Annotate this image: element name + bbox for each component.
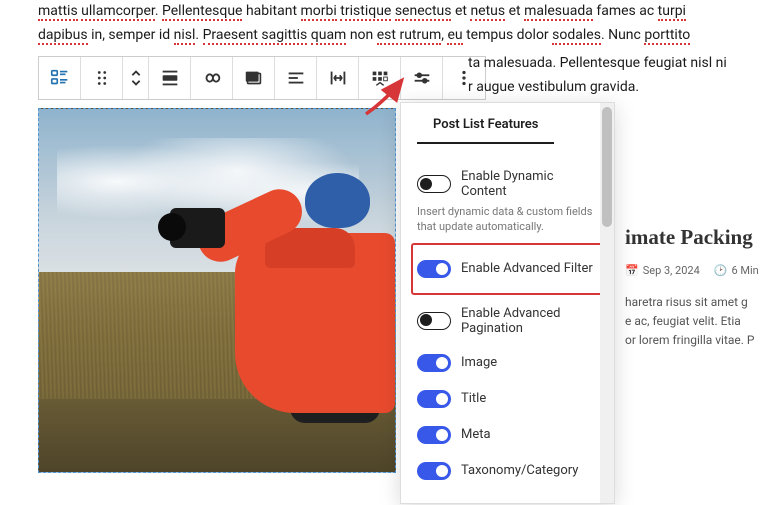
post-list-features-popover: Post List Features Enable Dynamic Conten…	[400, 102, 615, 504]
toggle-label: Image	[461, 355, 497, 370]
toggle-label: Title	[461, 391, 486, 406]
toggle-advanced-filter[interactable]	[417, 260, 451, 278]
text-align-button[interactable]	[275, 57, 317, 99]
toggle-meta[interactable]	[417, 426, 451, 444]
feature-meta[interactable]: Meta	[417, 417, 598, 453]
body-paragraph[interactable]: mattis ullamcorper. Pellentesque habitan…	[0, 0, 760, 48]
loop-button[interactable]	[191, 57, 233, 99]
toggle-label: Enable Advanced Pagination	[461, 306, 598, 336]
post-excerpt: haretra risus sit amet g e ac, feugiat v…	[625, 293, 760, 351]
para-line2: dapibus in, semper id nisl. Praesent sag…	[38, 27, 690, 45]
annotation-highlight: Enable Advanced Filter	[411, 243, 604, 295]
clock-icon: 🕑 6 Min R	[714, 264, 760, 277]
feature-dynamic-content[interactable]: Enable Dynamic Content	[417, 160, 598, 208]
post-meta: 📅 Sep 3, 2024 🕑 6 Min R	[625, 264, 760, 277]
toggle-label: Meta	[461, 427, 491, 442]
post-title[interactable]: imate Packing	[625, 225, 760, 250]
toggle-title[interactable]	[417, 390, 451, 408]
toggle-label: Enable Advanced Filter	[461, 261, 593, 276]
feature-title[interactable]: Title	[417, 381, 598, 417]
scrollbar[interactable]	[600, 103, 614, 503]
toggle-label: Enable Dynamic Content	[461, 169, 598, 199]
drag-handle-button[interactable]	[81, 57, 123, 99]
paragraph-tail: ta malesuada. Pellentesque feugiat nisl …	[468, 52, 727, 100]
block-type-button[interactable]	[39, 57, 81, 99]
align-button[interactable]	[149, 57, 191, 99]
feature-advanced-filter[interactable]: Enable Advanced Filter	[417, 251, 598, 287]
popover-title: Post List Features	[417, 103, 554, 144]
feature-image[interactable]: Image	[417, 345, 598, 381]
spacing-button[interactable]	[317, 57, 359, 99]
para-line1: mattis ullamcorper. Pellentesque habitan…	[38, 3, 686, 21]
columns-button[interactable]	[359, 57, 401, 99]
toggle-advanced-pagination[interactable]	[417, 312, 451, 330]
toggle-label: Taxonomy/Category	[461, 463, 578, 478]
feature-description: Insert dynamic data & custom fields that…	[417, 204, 598, 235]
post-featured-image[interactable]	[38, 108, 396, 473]
block-toolbar	[38, 56, 486, 100]
toggle-dynamic-content[interactable]	[417, 175, 451, 193]
feature-advanced-pagination[interactable]: Enable Advanced Pagination	[417, 297, 598, 345]
toggle-taxonomy[interactable]	[417, 462, 451, 480]
adjacent-post-preview: imate Packing 📅 Sep 3, 2024 🕑 6 Min R ha…	[625, 225, 760, 351]
calendar-icon: 📅 Sep 3, 2024	[625, 264, 700, 277]
feature-taxonomy[interactable]: Taxonomy/Category	[417, 453, 598, 489]
move-arrows-button[interactable]	[123, 57, 149, 99]
toggle-image[interactable]	[417, 354, 451, 372]
settings-sliders-button[interactable]	[401, 57, 443, 99]
image-button[interactable]	[233, 57, 275, 99]
